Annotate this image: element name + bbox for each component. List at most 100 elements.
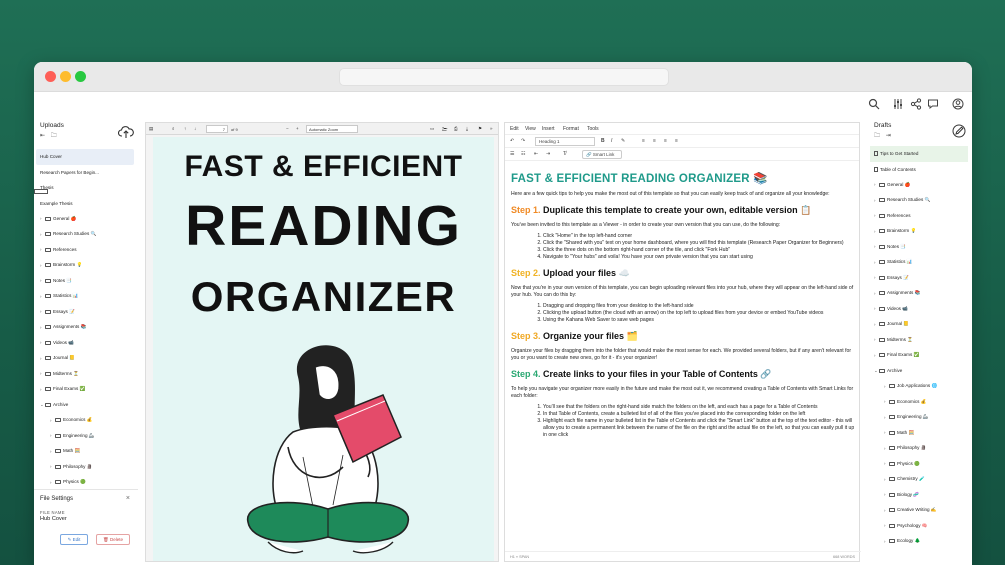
folder-item[interactable]: ⌄ Archive [866,363,972,379]
bookmark-icon[interactable]: ⚑ [478,126,482,132]
new-draft-pen-icon[interactable] [952,124,966,138]
document-body[interactable]: FAST & EFFICIENT READING ORGANIZER 📚 Her… [505,163,861,551]
new-folder-icon[interactable]: 🗀 [874,133,880,139]
print-icon[interactable]: ⎙ [454,126,458,131]
file-item[interactable]: Tips to Get Started [870,146,968,162]
folder-item[interactable]: › Videos 📹 [34,335,138,351]
file-item[interactable]: Example Thesis [34,189,138,212]
folder-item[interactable]: › General 🍎 [866,177,972,193]
folder-item[interactable]: › Engineering 🦾 [34,428,138,444]
indent-icon[interactable]: ⇥ [546,151,550,157]
folder-item[interactable]: › Brainstorm 💡 [34,258,138,274]
sidebar-toggle-icon[interactable]: ▤ [149,126,153,132]
delete-button[interactable]: 🗑 Delete [96,534,130,545]
folder-item[interactable]: › Notes 📑 [34,273,138,289]
folder-item[interactable]: › Chemistry 🧪 [866,472,972,488]
smart-link-button[interactable]: 🔗 Smart Link [582,150,622,159]
folder-item[interactable]: › Final Exams ✅ [34,382,138,398]
share-icon[interactable] [910,98,922,110]
maximize-window-button[interactable] [75,71,86,82]
search-icon[interactable] [868,98,880,110]
folder-item[interactable]: › General 🍎 [34,211,138,227]
expand-icon[interactable]: ⇥ [886,133,891,139]
menu-edit[interactable]: Edit [510,126,519,132]
numbered-list-icon[interactable]: ☷ [521,151,525,157]
folder-item[interactable]: › Statistics 📊 [34,289,138,305]
page-number-input[interactable]: 7 [206,125,228,133]
clear-format-icon[interactable]: T̸ [563,151,566,157]
folder-item[interactable]: › Creative Writing ✍️ [866,503,972,519]
folder-item[interactable]: › Essays 📝 [866,270,972,286]
bold-icon[interactable]: B [601,138,605,144]
file-item[interactable]: Table of Contents [866,162,972,178]
folder-item[interactable]: › Philosophy 🗿 [34,459,138,475]
account-icon[interactable] [952,98,964,110]
folder-item[interactable]: › Job Applications 🌐 [866,379,972,395]
undo-icon[interactable]: ↶ [510,138,514,144]
open-file-icon[interactable]: 🗁 [442,126,448,134]
folder-item[interactable]: › Philosophy 🗿 [866,441,972,457]
folder-item[interactable]: › Assignments 📚 [34,320,138,336]
folder-item[interactable]: › Essays 📝 [34,304,138,320]
folder-item[interactable]: › Journal 📒 [866,317,972,333]
folder-item[interactable]: › Midterms ⏳ [34,366,138,382]
folder-item[interactable]: › References [866,208,972,224]
zoom-in-icon[interactable]: + [296,126,299,131]
folder-item[interactable]: › Math 🧮 [34,444,138,460]
file-item[interactable]: Research Papers for Begin... [34,165,138,194]
address-bar[interactable] [339,68,669,86]
menu-view[interactable]: View [525,126,536,132]
minimize-window-button[interactable] [60,71,71,82]
align-left-icon[interactable]: ≡ [642,138,645,144]
redo-icon[interactable]: ↷ [521,138,525,144]
pdf-search-icon[interactable]: ⌕ [172,126,175,131]
folder-item[interactable]: › Economics 💰 [866,394,972,410]
folder-item[interactable]: › Economics 💰 [34,413,138,429]
zoom-select[interactable]: Automatic Zoom [306,125,358,133]
folder-item[interactable]: › Research Studies 🔍 [34,227,138,243]
page-up-icon[interactable]: ↑ [184,126,186,131]
cloud-upload-icon[interactable] [118,125,134,139]
folder-item[interactable]: › Final Exams ✅ [866,348,972,364]
folder-item[interactable]: › Assignments 📚 [866,286,972,302]
close-settings-button[interactable]: × [126,495,130,502]
block-style-select[interactable]: Heading 1 [535,137,595,146]
folder-item[interactable]: › Journal 📒 [34,351,138,367]
folder-item[interactable]: ⌄ Archive [34,397,138,413]
folder-item[interactable]: › Brainstorm 💡 [866,224,972,240]
new-folder-icon[interactable]: 🗀 [51,133,57,139]
folder-item[interactable]: › Engineering 🦾 [866,410,972,426]
folder-item[interactable]: › Research Studies 🔍 [866,193,972,209]
folder-item[interactable]: › Biology 🧬 [866,487,972,503]
align-right-icon[interactable]: ≡ [664,138,667,144]
highlight-icon[interactable]: ✎ [621,138,625,144]
zoom-out-icon[interactable]: − [286,126,289,131]
download-icon[interactable]: ⤓ [466,126,468,131]
align-center-icon[interactable]: ≡ [653,138,656,144]
folder-item[interactable]: › Ecology 🌲 [866,534,972,550]
italic-icon[interactable]: I [611,138,612,144]
presentation-icon[interactable]: ▭ [430,126,434,132]
menu-insert[interactable]: Insert [542,126,555,132]
close-window-button[interactable] [45,71,56,82]
menu-tools[interactable]: Tools [587,126,599,132]
bullet-list-icon[interactable]: ☰ [510,151,514,157]
folder-item[interactable]: › Notes 📑 [866,239,972,255]
file-item[interactable]: Thesis [34,180,138,196]
folder-item[interactable]: › Midterms ⏳ [866,332,972,348]
outdent-icon[interactable]: ⇤ [534,151,538,157]
align-justify-icon[interactable]: ≡ [675,138,678,144]
more-tools-icon[interactable]: » [490,126,493,131]
comment-icon[interactable] [927,98,939,110]
folder-item[interactable]: › Math 🧮 [866,425,972,441]
edit-button[interactable]: ✎ Edit [60,534,88,545]
folder-item[interactable]: › References [34,242,138,258]
folder-item[interactable]: › Physics 🟢 [34,475,138,491]
folder-item[interactable]: › Statistics 📊 [866,255,972,271]
page-down-icon[interactable]: ↓ [194,126,196,131]
file-item[interactable]: Hub Cover [34,149,134,194]
folder-item[interactable]: › Physics 🟢 [866,456,972,472]
sliders-icon[interactable] [892,98,904,110]
collapse-icon[interactable]: ⇤ [40,133,45,139]
folder-item[interactable]: › Videos 📹 [866,301,972,317]
